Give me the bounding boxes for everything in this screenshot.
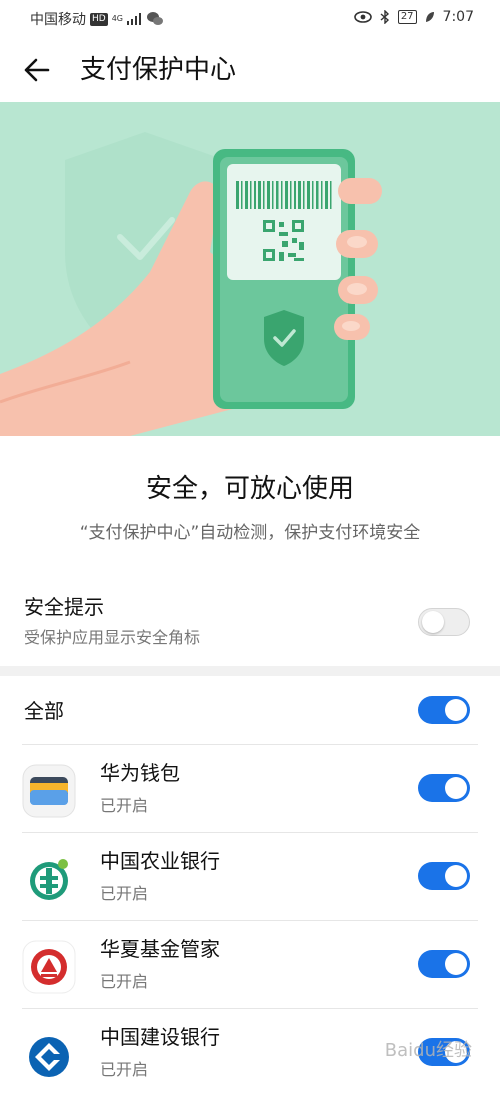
eye-icon [354, 11, 372, 23]
all-apps-row[interactable]: 全部 [0, 678, 500, 744]
arrow-left-icon [24, 58, 50, 82]
app-name: 华为钱包 [100, 761, 180, 785]
phone-qr-icon [213, 149, 355, 409]
all-apps-toggle[interactable] [418, 696, 470, 724]
safety-tip-toggle[interactable] [418, 608, 470, 636]
safety-tip-title: 安全提示 [24, 595, 104, 619]
app-toggle[interactable] [418, 774, 470, 802]
watermark: Baidu经验 [384, 1040, 472, 1061]
headline: 安全，可放心使用 [145, 474, 354, 504]
app-name: 华夏基金管家 [100, 937, 220, 961]
toggle-knob [445, 777, 467, 799]
safety-tip-subtitle: 受保护应用显示安全角标 [24, 628, 201, 647]
app-status: 已开启 [100, 884, 149, 903]
section-divider [0, 666, 500, 676]
app-name: 中国农业银行 [100, 849, 220, 873]
leaf-icon [425, 12, 434, 22]
wechat-icon [147, 12, 163, 25]
bluetooth-icon [380, 10, 389, 24]
safety-tip-row[interactable]: 安全提示 受保护应用显示安全角标 [0, 588, 500, 660]
row-divider [22, 832, 478, 833]
network-type: 4G [111, 14, 123, 23]
back-button[interactable] [18, 50, 58, 90]
carrier-label: 中国移动 [30, 12, 86, 28]
hd-badge: HD [90, 12, 108, 26]
row-divider [22, 920, 478, 921]
app-status: 已开启 [100, 972, 149, 991]
row-divider [22, 1008, 478, 1009]
toggle-knob [445, 953, 467, 975]
toggle-knob [445, 865, 467, 887]
hero-illustration [0, 102, 500, 436]
signal-icon [127, 13, 141, 25]
battery-indicator: 27 [397, 10, 417, 24]
all-apps-label: 全部 [24, 699, 64, 723]
toggle-knob [445, 699, 467, 721]
huaxia-fund-icon [22, 940, 76, 994]
status-bar: 中国移动 HD 4G 27 7:07 [0, 0, 500, 36]
abc-bank-icon [22, 852, 76, 906]
app-toggle[interactable] [418, 862, 470, 890]
toggle-knob [422, 611, 444, 633]
app-status: 已开启 [100, 1060, 149, 1079]
list-item[interactable]: 中国农业银行 已开启 [0, 832, 500, 920]
app-toggle[interactable] [418, 950, 470, 978]
app-name: 中国建设银行 [100, 1025, 220, 1049]
list-item[interactable]: 华夏基金管家 已开启 [0, 920, 500, 1008]
hero-art [0, 132, 382, 436]
app-status: 已开启 [100, 796, 149, 815]
app-header: 支付保护中心 [0, 36, 500, 102]
page-title: 支付保护中心 [80, 55, 237, 85]
row-divider [22, 744, 478, 745]
status-left: 中国移动 HD 4G [30, 9, 163, 29]
description: “支付保护中心”自动检测，保护支付环境安全 [79, 523, 421, 543]
list-item[interactable]: 华为钱包 已开启 [0, 744, 500, 832]
clock: 7:07 [442, 9, 474, 25]
wallet-icon [22, 764, 76, 818]
status-right: 27 7:07 [354, 9, 474, 25]
ccb-bank-icon [22, 1028, 76, 1082]
